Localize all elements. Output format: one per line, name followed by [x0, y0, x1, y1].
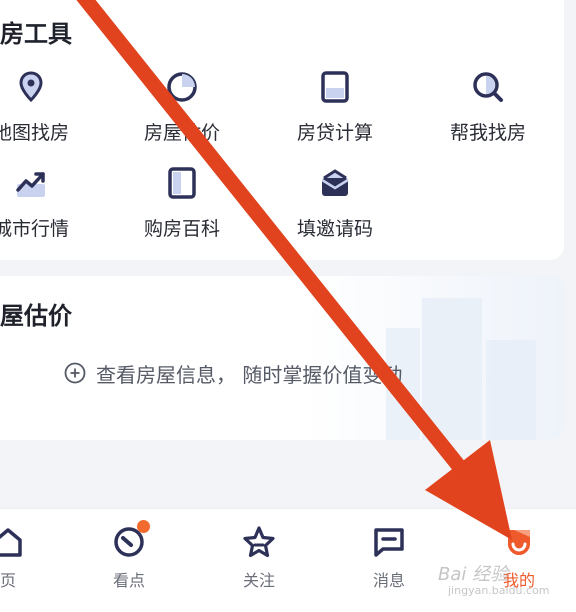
- book-icon: [168, 167, 196, 199]
- tool-label: 填邀请码: [296, 218, 373, 240]
- baidu-watermark-url: jingyan.baidu.com: [448, 584, 550, 597]
- tool-city-market[interactable]: 城市行情: [0, 166, 106, 246]
- envelope-icon: [321, 169, 349, 196]
- calculator-icon: [321, 71, 349, 103]
- home-icon: [0, 528, 22, 557]
- baidu-watermark: Bai 经验: [438, 564, 509, 585]
- tab-label: 页: [0, 571, 16, 590]
- star-icon: [243, 526, 275, 558]
- tab-home[interactable]: 页: [0, 523, 48, 593]
- search-house-icon: [473, 72, 503, 102]
- tool-label: 城市行情: [0, 218, 69, 240]
- valuation-section-title: 屋估价: [0, 302, 72, 330]
- plus-circle-icon: [64, 362, 86, 384]
- tool-map-search[interactable]: 地图找房: [0, 70, 106, 150]
- tool-label: 帮我找房: [449, 122, 526, 144]
- tab-label: 看点: [112, 571, 145, 590]
- tab-label: 关注: [242, 571, 275, 590]
- valuation-hint-text: 查看房屋信息， 随时掌握价值变动: [96, 362, 403, 387]
- trend-icon: [16, 172, 45, 197]
- tab-follow[interactable]: 关注: [219, 523, 299, 593]
- tools-section-title: 房工具: [0, 20, 72, 48]
- notification-dot: [137, 520, 150, 533]
- pie-chart-icon: [167, 72, 197, 102]
- tool-invite-code[interactable]: 填邀请码: [260, 166, 410, 246]
- tool-buying-encyclopedia[interactable]: 购房百科: [107, 166, 257, 246]
- tab-label: 消息: [372, 571, 405, 590]
- tool-house-valuation[interactable]: 房屋估价: [107, 70, 257, 150]
- tool-label: 购房百科: [143, 218, 220, 240]
- tab-messages[interactable]: 消息: [349, 523, 429, 593]
- valuation-hint[interactable]: 查看房屋信息， 随时掌握价值变动: [64, 358, 402, 388]
- tool-help-find-house[interactable]: 帮我找房: [413, 70, 563, 150]
- map-pin-icon: [19, 71, 43, 103]
- tool-label: 房贷计算: [296, 122, 373, 144]
- profile-icon: [507, 530, 531, 556]
- tool-label: 地图找房: [0, 122, 69, 144]
- tool-label: 房屋估价: [143, 122, 220, 144]
- message-icon: [374, 528, 404, 557]
- tool-mortgage-calc[interactable]: 房贷计算: [260, 70, 410, 150]
- tab-watch-points[interactable]: 看点: [89, 520, 169, 593]
